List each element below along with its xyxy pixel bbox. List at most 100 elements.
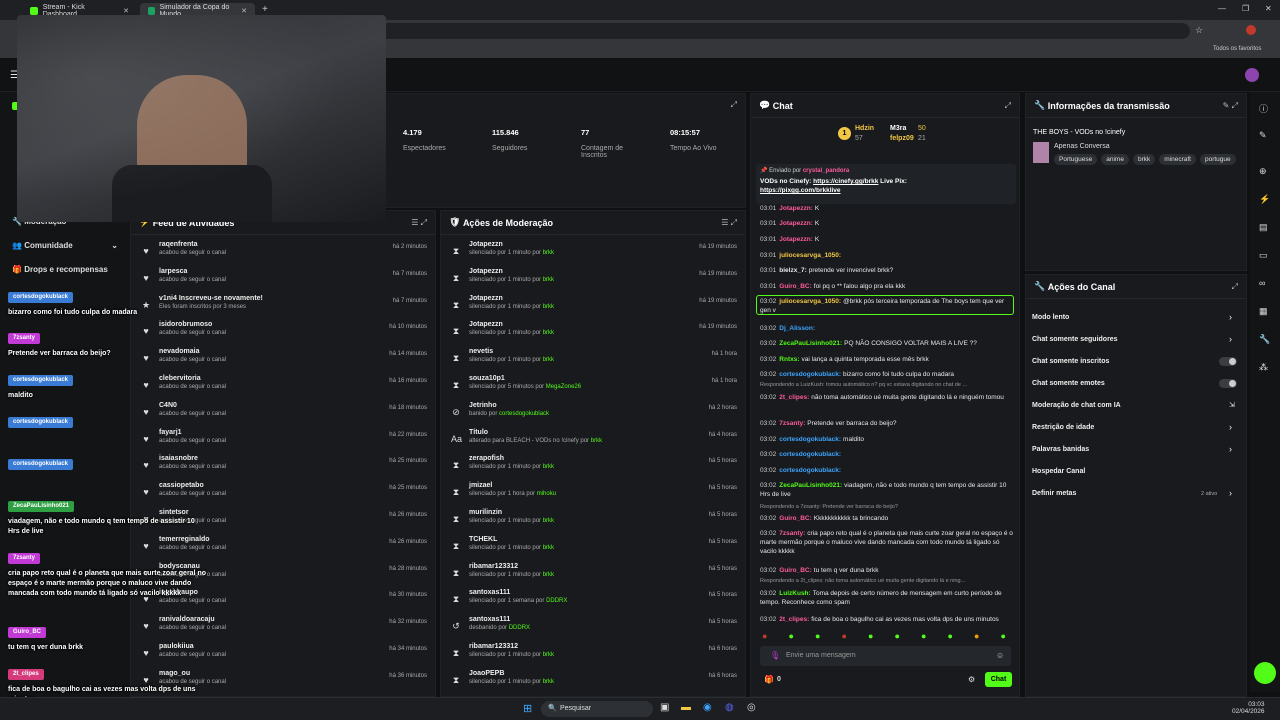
message-user[interactable]: LuizKush: [779, 590, 810, 597]
chat-message[interactable]: 03:01 Jotapezzn: K [760, 204, 1016, 213]
mic-icon[interactable]: 🎙 [770, 651, 780, 660]
chat-message[interactable]: 03:01 Guiro_BC: foi pq o ** falou algo pra… [760, 282, 1016, 291]
chat-message[interactable]: 03:02 LuizKush: Toma depois de certo númer… [760, 589, 1016, 607]
chat-message[interactable]: 03:02 Dj_Alisson: [760, 324, 1016, 333]
windows-start-icon[interactable]: ⊞ [523, 702, 532, 715]
taskbar-clock[interactable]: 03:03 02/04/2026 [1232, 701, 1265, 715]
chat-message[interactable]: 03:02 2t_clipes: fica de boa o bagulho cai… [760, 615, 1016, 624]
send-chat-button[interactable]: Chat [985, 672, 1012, 687]
emote-icon[interactable]: ● [1001, 631, 1006, 641]
list-item[interactable]: Aa Título alterado para BLEACH - VODs no !… [441, 427, 745, 454]
minimize-icon[interactable]: — [1218, 4, 1226, 13]
chevron-right-icon[interactable]: › [1229, 422, 1232, 432]
bolt-icon[interactable]: ⚡ [1259, 194, 1270, 205]
list-item[interactable]: ⧗ Jotapezzn silenciado por 1 minuto por br… [441, 293, 745, 320]
maximize-icon[interactable]: ❐ [1242, 4, 1249, 13]
printer-icon[interactable]: ▦ [1259, 306, 1268, 317]
filter-icon[interactable]: ☰ ⤢ [411, 218, 427, 228]
task-view-icon[interactable]: ▣ [660, 702, 669, 713]
help-chat-button[interactable] [1254, 662, 1276, 684]
wrench-icon[interactable]: 🔧 [1259, 334, 1270, 345]
channel-action-item[interactable]: Chat somente inscritos [1032, 358, 1109, 365]
chat-message[interactable]: 03:01 juliocesarvga_1050: [760, 251, 1016, 260]
tag-chip[interactable]: Portuguese [1054, 154, 1098, 165]
settings-gear-icon[interactable]: ⚙ [968, 675, 975, 684]
close-window-icon[interactable]: ✕ [1265, 4, 1272, 13]
list-item[interactable]: ⧗ murilinzin silenciado por 1 minuto por b… [441, 507, 745, 534]
tag-chip[interactable]: brkk [1132, 154, 1156, 165]
gift-icon[interactable]: 🎁 [764, 675, 774, 684]
chevron-right-icon[interactable]: › [1229, 444, 1232, 454]
chat-message[interactable]: 03:02 cortesdogokublack: [760, 466, 1016, 475]
tag-chip[interactable]: minecraft [1159, 154, 1196, 165]
external-link-icon[interactable]: ⇲ [1229, 401, 1235, 409]
list-item[interactable]: ⧗ santoxas111 silenciado por 1 semana por … [441, 587, 745, 614]
list-item[interactable]: ↺ santoxas111 desbanido por DDDRX há 5 hora… [441, 614, 745, 641]
list-item[interactable]: ⧗ jmizael silenciado por 1 hora por mihoku… [441, 480, 745, 507]
toggle-switch[interactable] [1219, 357, 1237, 366]
doc-icon[interactable]: ▤ [1259, 222, 1268, 233]
list-item[interactable]: ♥ isidorobrumoso acabou de seguir o canal h… [131, 319, 435, 346]
all-bookmarks-link[interactable]: Todos os favoritos [1213, 46, 1261, 52]
channel-action-item[interactable]: Moderação de chat com IA [1032, 402, 1121, 409]
emote-icon[interactable]: ● [895, 631, 900, 641]
chat-message[interactable]: 03:02 cortesdogokublack: [760, 450, 1016, 459]
list-item[interactable]: ⧗ Jotapezzn silenciado por 1 minuto por br… [441, 319, 745, 346]
pinned-link[interactable]: https://pixgg.com/brkklive [760, 187, 841, 194]
message-user[interactable]: Rntxs: [779, 356, 799, 363]
list-item[interactable]: ♥ temerreginaldo acabou de seguir o canal h… [131, 534, 435, 561]
taskbar-search[interactable]: 🔍 Pesquisar [541, 701, 653, 717]
list-item[interactable]: ♥ C4N0 acabou de seguir o canal há 18 minut… [131, 400, 435, 427]
popout-icon[interactable]: ⤢ [1232, 282, 1238, 292]
message-user[interactable]: cortesdogokublack: [779, 371, 841, 378]
chevron-right-icon[interactable]: › [1229, 312, 1232, 322]
message-user[interactable]: bielzx_7: [779, 267, 806, 274]
nav-drops[interactable]: 🎁 Drops e recompensas [12, 265, 108, 274]
list-item[interactable]: ⧗ Jotapezzn silenciado por 1 minuto por br… [441, 266, 745, 293]
message-user[interactable]: cortesdogokublack: [779, 436, 841, 443]
emote-icon[interactable]: ● [948, 631, 953, 641]
message-user[interactable]: 7zsanty: [779, 420, 805, 427]
channel-action-item[interactable]: Palavras banidas [1032, 446, 1089, 453]
nodes-icon[interactable]: ⁂ [1259, 362, 1268, 373]
tag-chip[interactable]: portugue [1199, 154, 1236, 165]
message-user[interactable]: juliocesarvga_1050: [779, 252, 841, 259]
chat-message[interactable]: 03:02 7zsanty: cria papo reto qual é o pla… [760, 529, 1016, 556]
toggle-switch[interactable] [1219, 379, 1237, 388]
list-item[interactable]: ⧗ JoaoPEPB silenciado por 1 minuto por brk… [441, 668, 745, 695]
emote-icon[interactable]: ● [789, 631, 794, 641]
close-tab-icon[interactable]: ✕ [123, 7, 129, 15]
message-user[interactable]: 2t_clipes: [779, 394, 809, 401]
list-item[interactable]: ♥ fayarj1 acabou de seguir o canal há 22 mi… [131, 427, 435, 454]
chat-message[interactable]: 03:02 Guiro_BC: Kkkkkkkkkkk ta brincando [760, 514, 1016, 523]
obs-icon[interactable]: ◎ [747, 702, 756, 713]
chat-message[interactable]: 03:02 7zsanty: Pretende ver barraca do bei… [760, 419, 1016, 428]
info-icon[interactable]: ⓘ [1259, 102, 1268, 115]
channel-action-item[interactable]: Chat somente emotes [1032, 380, 1105, 387]
list-item[interactable]: ♥ ranivaldoaracaju acabou de seguir o cana… [131, 614, 435, 641]
channel-action-item[interactable]: Definir metas [1032, 490, 1076, 497]
message-user[interactable]: 2t_clipes: [779, 616, 809, 623]
list-item[interactable]: ♥ raqenfrenta acabou de seguir o canal há 2… [131, 239, 435, 266]
list-item[interactable]: ⧗ souza10p1 silenciado por 5 minutos por M… [441, 373, 745, 400]
chrome-icon[interactable]: ◉ [703, 702, 712, 713]
user-avatar[interactable] [1245, 68, 1259, 82]
list-item[interactable]: ⧗ ribamar123312 silenciado por 1 minuto po… [441, 561, 745, 588]
close-tab-icon[interactable]: ✕ [241, 7, 247, 15]
message-user[interactable]: cortesdogokublack: [779, 467, 841, 474]
message-user[interactable]: Jotapezzn: [779, 205, 813, 212]
chat-message[interactable]: 03:01 bielzx_7: pretende ver invencivel br… [760, 266, 1016, 275]
link-icon[interactable]: ∞ [1259, 278, 1265, 288]
list-item[interactable]: ♥ isaiasnobre acabou de seguir o canal há 2… [131, 453, 435, 480]
chat-message[interactable]: 03:02 cortesdogokublack: bizarro como foi … [760, 370, 1016, 379]
emote-icon[interactable]: ● [762, 631, 767, 641]
emote-icon[interactable]: ● [842, 631, 847, 641]
chat-message[interactable]: 03:02 Guiro_BC: tu tem q ver duna brkk [760, 566, 1016, 575]
nav-comunidade[interactable]: 👥 Comunidade ⌄ [12, 241, 118, 250]
message-user[interactable]: Guiro_BC: [779, 515, 812, 522]
emote-icon[interactable]: ● [921, 631, 926, 641]
message-user[interactable]: Jotapezzn: [779, 220, 813, 227]
channel-action-item[interactable]: Hospedar Canal [1032, 468, 1085, 475]
chevron-right-icon[interactable]: › [1229, 488, 1232, 498]
pen-icon[interactable]: ✎ [1259, 130, 1267, 141]
